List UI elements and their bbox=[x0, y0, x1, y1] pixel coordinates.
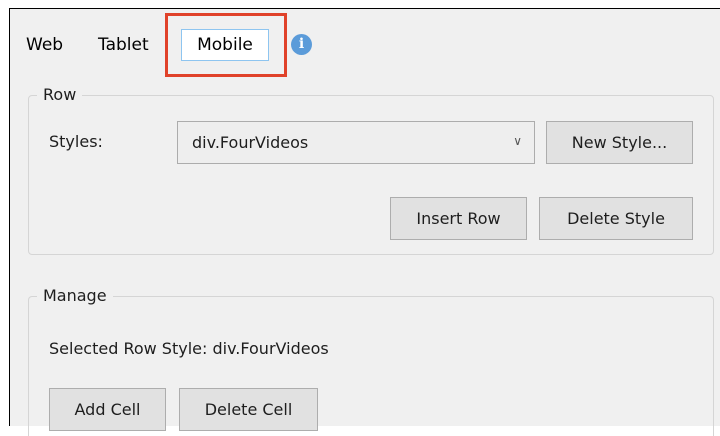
manage-group: Manage Selected Row Style: div.FourVideo… bbox=[28, 284, 714, 436]
new-style-button[interactable]: New Style... bbox=[546, 121, 693, 164]
styles-dropdown[interactable]: div.FourVideos ∨ bbox=[177, 121, 535, 164]
insert-row-button[interactable]: Insert Row bbox=[390, 197, 527, 240]
tab-web[interactable]: Web bbox=[26, 30, 63, 60]
chevron-down-icon: ∨ bbox=[513, 134, 522, 148]
tab-tablet[interactable]: Tablet bbox=[98, 30, 149, 60]
styles-label: Styles: bbox=[49, 132, 103, 151]
info-icon[interactable]: i bbox=[291, 34, 312, 55]
styles-dropdown-value: div.FourVideos bbox=[192, 133, 309, 152]
manage-group-title: Manage bbox=[37, 284, 113, 308]
delete-style-button[interactable]: Delete Style bbox=[539, 197, 693, 240]
selected-row-style-text: Selected Row Style: div.FourVideos bbox=[49, 339, 329, 358]
layout-panel: Web Tablet Mobile i Row Styles: div.Four… bbox=[9, 8, 720, 436]
row-group: Row Styles: div.FourVideos ∨ New Style..… bbox=[28, 83, 714, 255]
tab-mobile[interactable]: Mobile bbox=[181, 29, 269, 61]
device-tabs: Web Tablet Mobile i bbox=[10, 9, 720, 69]
row-group-title: Row bbox=[37, 83, 83, 107]
